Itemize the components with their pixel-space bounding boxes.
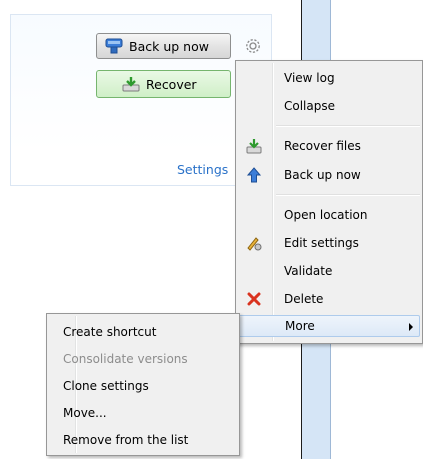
backup-icon: [105, 38, 123, 54]
menu-item-label: Delete: [284, 292, 324, 306]
menu-separator: [276, 194, 420, 196]
menu-item-edit-settings[interactable]: Edit settings: [238, 232, 420, 254]
back-up-now-button[interactable]: Back up now: [96, 33, 231, 59]
submenu-item-label: Create shortcut: [63, 325, 157, 339]
menu-item-label: Collapse: [284, 99, 335, 113]
settings-link[interactable]: Settings: [177, 162, 228, 177]
recover-button[interactable]: Recover: [96, 70, 231, 98]
menu-item-label: View log: [284, 71, 335, 85]
menu-item-validate[interactable]: Validate: [238, 260, 420, 282]
submenu-item-create-shortcut[interactable]: Create shortcut: [49, 321, 237, 343]
recover-label: Recover: [146, 76, 197, 92]
back-up-now-label: Back up now: [129, 38, 209, 54]
menu-item-label: Edit settings: [284, 236, 359, 250]
menu-item-recover-files[interactable]: Recover files: [238, 135, 420, 157]
menu-item-view-log[interactable]: View log: [238, 67, 420, 89]
menu-item-open-location[interactable]: Open location: [238, 204, 420, 226]
gear-icon[interactable]: [244, 37, 262, 55]
submenu-arrow-icon: [409, 323, 413, 331]
menu-item-label: Open location: [284, 208, 368, 222]
menu-separator: [276, 125, 420, 127]
backup-icon: [246, 167, 262, 183]
menu-item-delete[interactable]: Delete: [238, 288, 420, 310]
submenu-item-label: Consolidate versions: [63, 352, 188, 366]
submenu-item-label: Move...: [63, 406, 107, 420]
recover-icon: [122, 77, 140, 92]
submenu-item-move[interactable]: Move...: [49, 402, 237, 424]
submenu-item-remove-from-list[interactable]: Remove from the list: [49, 429, 237, 451]
menu-item-collapse[interactable]: Collapse: [238, 95, 420, 117]
edit-settings-icon: [247, 237, 262, 251]
context-menu: View log Collapse Recover files Back up …: [235, 60, 423, 344]
submenu-item-label: Clone settings: [63, 379, 149, 393]
recover-icon: [246, 139, 262, 154]
menu-item-label: More: [285, 319, 315, 333]
submenu-item-consolidate-versions: Consolidate versions: [49, 348, 237, 370]
menu-item-label: Validate: [284, 264, 333, 278]
menu-item-label: Recover files: [284, 139, 361, 153]
menu-item-label: Back up now: [284, 168, 361, 182]
menu-item-back-up-now[interactable]: Back up now: [238, 164, 420, 186]
more-submenu: Create shortcut Consolidate versions Clo…: [46, 313, 240, 456]
delete-icon: [247, 292, 261, 306]
submenu-item-label: Remove from the list: [63, 433, 189, 447]
menu-item-more[interactable]: More: [238, 315, 420, 337]
submenu-item-clone-settings[interactable]: Clone settings: [49, 375, 237, 397]
